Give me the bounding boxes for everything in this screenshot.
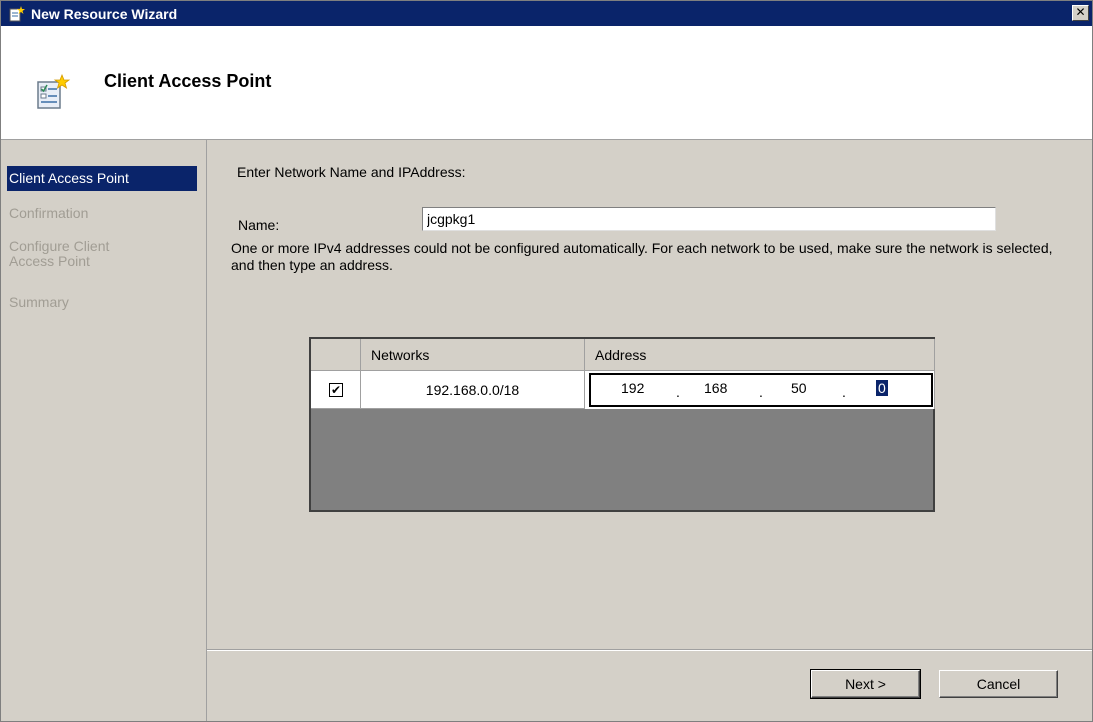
cancel-button[interactable]: Cancel xyxy=(939,670,1058,698)
ip-octet-4[interactable]: 0 xyxy=(876,380,888,396)
check-icon: ✔ xyxy=(330,382,342,397)
next-button[interactable]: Next > xyxy=(810,669,921,699)
new-resource-wizard-window: New Resource Wizard ✕ Client Access Poin… xyxy=(0,0,1093,722)
grid-header-select xyxy=(311,339,361,371)
window-title: New Resource Wizard xyxy=(31,5,178,22)
row-checkbox-cell: ✔ xyxy=(311,371,361,409)
wizard-content: Enter Network Name and IPAddress: Name: … xyxy=(207,140,1092,650)
network-name-input[interactable] xyxy=(422,207,996,231)
ip-octet-1[interactable]: 192 xyxy=(621,380,644,396)
step-client-access-point[interactable]: Client Access Point xyxy=(7,166,197,191)
page-title: Client Access Point xyxy=(104,71,272,91)
name-label: Name: xyxy=(238,217,280,233)
ip-octet-3[interactable]: 50 xyxy=(791,380,807,396)
grid-header-networks[interactable]: Networks xyxy=(361,339,585,371)
ip-dot: . xyxy=(759,384,763,400)
grid-header: Networks Address xyxy=(311,339,935,371)
close-button[interactable]: ✕ xyxy=(1072,5,1089,21)
wizard-page-icon xyxy=(35,73,71,110)
step-confirmation: Confirmation xyxy=(9,205,89,221)
address-cell: 192 . 168 . 50 . 0 xyxy=(585,371,935,409)
wizard-header: Client Access Point xyxy=(1,26,1092,140)
table-row: ✔ 192.168.0.0/18 192 . 168 . 50 . 0 xyxy=(311,371,935,409)
wizard-icon xyxy=(9,5,25,22)
title-bar: New Resource Wizard ✕ xyxy=(1,1,1092,26)
ip-address-input[interactable]: 192 . 168 . 50 . 0 xyxy=(589,373,933,407)
network-value: 192.168.0.0/18 xyxy=(425,381,520,398)
step-configure-client-access-point: Configure Client Access Point xyxy=(9,238,110,269)
ip-dot: . xyxy=(842,384,846,400)
instruction-text: Enter Network Name and IPAddress: xyxy=(237,164,466,180)
networks-grid: Networks Address ✔ 192.168.0.0/18 192 . … xyxy=(309,337,935,512)
close-icon: ✕ xyxy=(1075,5,1086,19)
ipv4-warning-message: One or more IPv4 addresses could not be … xyxy=(231,240,1053,273)
network-checkbox[interactable]: ✔ xyxy=(329,382,343,397)
step-summary: Summary xyxy=(9,294,69,310)
ip-dot: . xyxy=(676,384,680,400)
wizard-steps-panel: Client Access Point Confirmation Configu… xyxy=(1,140,207,721)
ip-octet-2[interactable]: 168 xyxy=(704,380,727,396)
network-cell: 192.168.0.0/18 xyxy=(361,371,585,409)
grid-header-address[interactable]: Address xyxy=(585,339,935,371)
footer-divider xyxy=(207,649,1092,651)
